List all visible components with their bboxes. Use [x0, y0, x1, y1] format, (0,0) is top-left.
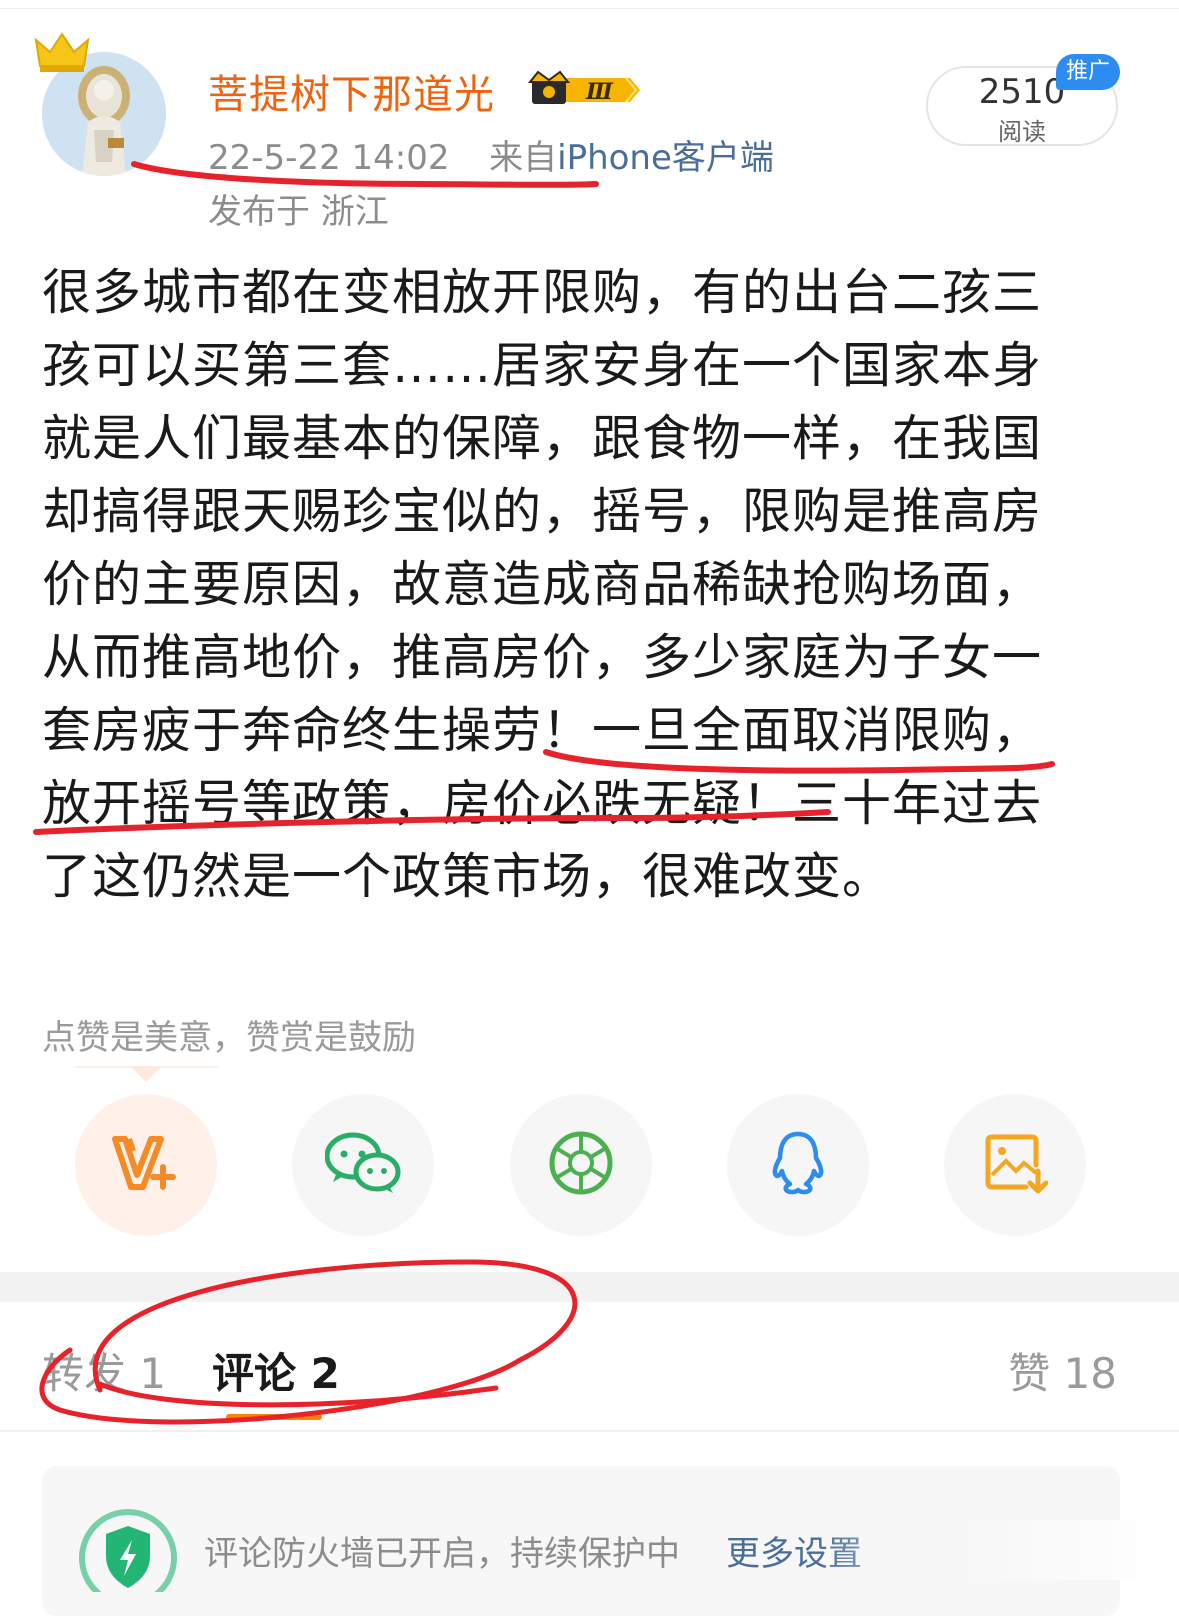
- tab-comment[interactable]: 评论 2: [212, 1340, 340, 1401]
- share-qq-button[interactable]: [727, 1094, 869, 1236]
- vip-level: Ⅲ: [585, 79, 614, 105]
- wechat-icon: [324, 1132, 401, 1198]
- shield-icon: [78, 1508, 178, 1607]
- qq-icon: [768, 1130, 828, 1200]
- username[interactable]: 菩提树下那道光: [208, 62, 495, 120]
- tab-like[interactable]: 赞 18: [1008, 1340, 1117, 1401]
- source-prefix: 来自: [489, 138, 558, 178]
- reward-v-plus-icon: [111, 1133, 181, 1197]
- save-image-button[interactable]: [944, 1094, 1086, 1236]
- hint-arrow-icon: [130, 1066, 162, 1082]
- share-wechat-button[interactable]: [292, 1094, 434, 1236]
- read-label: 阅读: [998, 118, 1046, 146]
- tab-repost[interactable]: 转发 1: [42, 1340, 166, 1401]
- vip-badge-icon[interactable]: Ⅲ: [526, 70, 644, 110]
- tab-active-indicator: [226, 1414, 322, 1420]
- reward-hint: 点赞是美意，赞赏是鼓励: [42, 1018, 416, 1058]
- post-meta: 22-5-22 14:02 来自iPhone客户端: [208, 130, 774, 179]
- promo-badge[interactable]: 推广: [1056, 54, 1120, 90]
- firewall-status: 评论防火墙已开启，持续保护中: [204, 1534, 680, 1574]
- tab-divider: [0, 1430, 1179, 1432]
- post-location: 发布于 浙江: [208, 192, 389, 232]
- share-moments-button[interactable]: [510, 1094, 652, 1236]
- moments-icon: [548, 1130, 614, 1200]
- crown-icon: [34, 30, 90, 78]
- save-image-icon: [982, 1131, 1049, 1199]
- reward-button[interactable]: [75, 1094, 217, 1236]
- section-divider: [0, 1272, 1179, 1302]
- post-time: 22-5-22 14:02: [208, 138, 450, 178]
- fade-overlay: [820, 1520, 1179, 1580]
- source-client[interactable]: iPhone客户端: [557, 138, 774, 178]
- top-divider: [0, 8, 1179, 9]
- post-content: 很多城市都在变相放开限购，有的出台二孩三 孩可以买第三套……居家安身在一个国家本…: [42, 264, 1043, 905]
